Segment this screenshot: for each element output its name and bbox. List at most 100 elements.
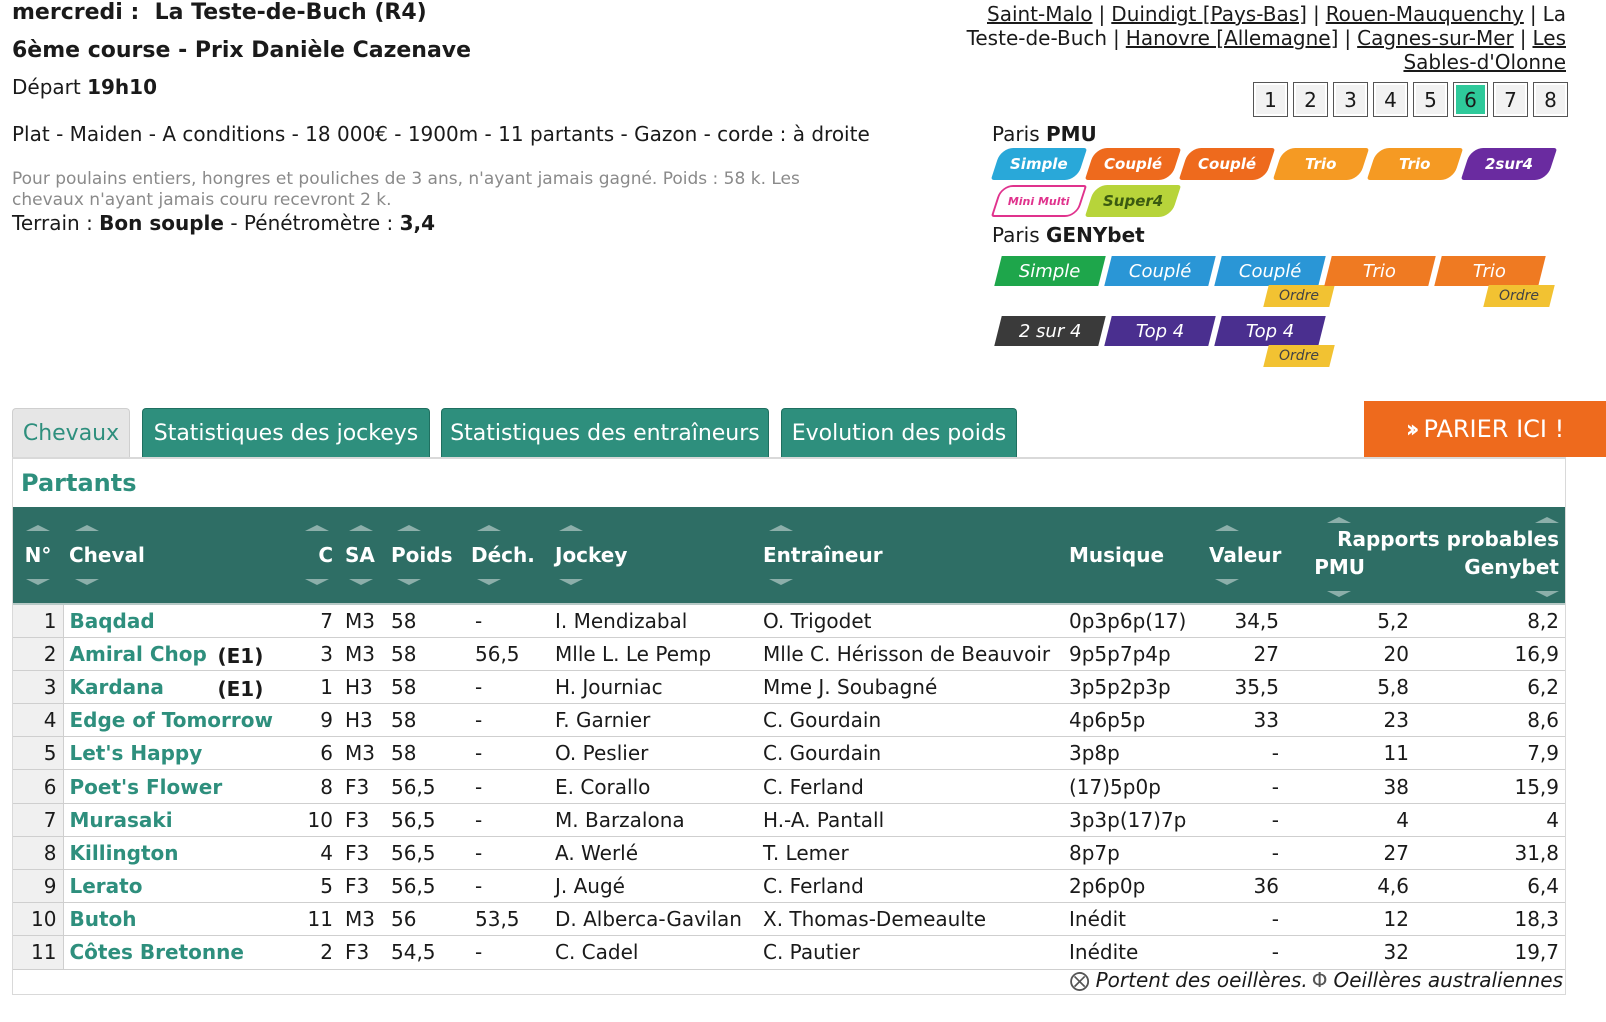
sort-down-icon[interactable] [1327, 591, 1351, 597]
runner-num: 10 [13, 902, 64, 937]
race-number-7[interactable]: 7 [1493, 82, 1528, 117]
race-number-3[interactable]: 3 [1333, 82, 1368, 117]
sort-up-icon[interactable] [769, 525, 793, 531]
tab-chevaux[interactable]: Chevaux [12, 408, 130, 458]
sort-up-icon[interactable] [1327, 517, 1351, 523]
parier-button[interactable]: ›› PARIER ICI ! [1364, 401, 1606, 457]
race-number-1[interactable]: 1 [1253, 82, 1288, 117]
meeting-link[interactable]: Saint-Malo [987, 2, 1093, 26]
runner-name-cell: Lerato [63, 869, 293, 904]
header-entraineur[interactable]: Entraîneur [757, 507, 1063, 605]
header-num[interactable]: N° [13, 507, 63, 605]
header-pmu[interactable]: PMU [1285, 555, 1415, 579]
horse-link[interactable]: Killington [70, 841, 179, 865]
sort-down-icon[interactable] [397, 579, 421, 585]
pmu-bet-badge[interactable]: Mini Multi [990, 185, 1088, 217]
race-number-4[interactable]: 4 [1373, 82, 1408, 117]
sort-down-icon[interactable] [559, 579, 583, 585]
race-number-6[interactable]: 6 [1453, 82, 1488, 117]
horse-link[interactable]: Amiral Chop [70, 642, 207, 666]
runner-name-cell: Côtes Bretonne [63, 935, 293, 970]
sort-up-icon[interactable] [1215, 525, 1239, 531]
sort-up-icon[interactable] [477, 525, 501, 531]
runner-pmu: 27 [1285, 836, 1415, 871]
sort-down-icon[interactable] [26, 579, 50, 585]
sort-up-icon[interactable] [349, 525, 373, 531]
meeting-link[interactable]: Rouen-Mauquenchy [1326, 2, 1524, 26]
header-cheval[interactable]: Cheval [63, 507, 293, 605]
runner-num: 6 [13, 769, 64, 804]
geny-bet-badge[interactable]: Couplé Ordre [1214, 256, 1335, 308]
sort-down-icon[interactable] [1215, 579, 1239, 585]
sort-down-icon[interactable] [75, 579, 99, 585]
geny-bet-badge[interactable]: Couplé [1104, 256, 1216, 308]
header-jockey[interactable]: Jockey [549, 507, 757, 605]
meeting-link[interactable]: Hanovre [Allemagne] [1126, 26, 1339, 50]
horse-link[interactable]: Baqdad [70, 609, 155, 633]
meeting-link[interactable]: Duindigt [Pays-Bas] [1111, 2, 1307, 26]
header-sa[interactable]: SA [339, 507, 385, 605]
geny-bet-badge[interactable]: 2 sur 4 [994, 316, 1106, 368]
sort-up-icon[interactable] [559, 525, 583, 531]
geny-bet-badge[interactable]: Simple [994, 256, 1106, 308]
runner-jockey: D. Alberca-Gavilan [549, 902, 757, 937]
sort-down-icon[interactable] [1535, 591, 1559, 597]
sort-up-icon[interactable] [305, 525, 329, 531]
geny-bet-badge[interactable]: Top 4 [1104, 316, 1216, 368]
sort-up-icon[interactable] [397, 525, 421, 531]
runner-name-cell: Killington [63, 836, 293, 871]
header-genybet[interactable]: Genybet [1415, 555, 1565, 579]
sort-up-icon[interactable] [75, 525, 99, 531]
pmu-bet-badge[interactable]: 2sur4 [1460, 148, 1558, 180]
race-number-8[interactable]: 8 [1533, 82, 1568, 117]
pmu-bet-badge[interactable]: Simple [990, 148, 1088, 180]
geny-bet-badge[interactable]: Top 4 Ordre [1214, 316, 1335, 368]
race-number-5[interactable]: 5 [1413, 82, 1448, 117]
pmu-bet-badge[interactable]: Trio [1272, 148, 1370, 180]
runner-musique: 0p3p6p(17) [1063, 604, 1203, 638]
runner-sa: H3 [339, 670, 385, 705]
table-legend: ⨂ Portent des oeillères. Φ Oeillères austra… [1069, 968, 1563, 992]
header-corde[interactable]: C [293, 507, 339, 605]
tab-stats-jockeys[interactable]: Statistiques des jockeys [142, 408, 430, 458]
runner-dech: - [465, 604, 549, 638]
header-dech[interactable]: Déch. [465, 507, 549, 605]
pmu-bet-badge[interactable]: Couplé [1178, 148, 1276, 180]
sort-up-icon[interactable] [26, 525, 50, 531]
sort-down-icon[interactable] [349, 579, 373, 585]
race-venue: La Teste-de-Buch (R4) [154, 0, 427, 25]
runner-trainer: X. Thomas-Demeaulte [757, 902, 1063, 937]
header-poids[interactable]: Poids [385, 507, 465, 605]
geny-bet-badge[interactable]: Trio [1324, 256, 1436, 308]
runner-musique: 3p5p2p3p [1063, 670, 1203, 705]
horse-link[interactable]: Lerato [70, 874, 143, 898]
pmu-bet-badge[interactable]: Trio [1366, 148, 1464, 180]
sort-down-icon[interactable] [305, 579, 329, 585]
header-valeur[interactable]: Valeur [1203, 507, 1285, 605]
horse-link[interactable]: Poet's Flower [70, 775, 223, 799]
horse-link[interactable]: Kardana [70, 675, 164, 699]
horse-link[interactable]: Butoh [70, 907, 137, 931]
sort-up-icon[interactable] [1535, 517, 1559, 523]
sort-down-icon[interactable] [477, 579, 501, 585]
horse-link[interactable]: Let's Happy [70, 741, 203, 765]
runner-trainer: C. Gourdain [757, 703, 1063, 738]
meeting-link[interactable]: Cagnes-sur-Mer [1357, 26, 1514, 50]
pmu-bet-badge[interactable]: Couplé [1084, 148, 1182, 180]
horse-link[interactable]: Edge of Tomorrow [70, 708, 273, 732]
pmu-bet-badge[interactable]: Super4 [1084, 185, 1182, 217]
double-chevron-icon: ›› [1405, 415, 1420, 443]
sort-down-icon[interactable] [769, 579, 793, 585]
race-number-2[interactable]: 2 [1293, 82, 1328, 117]
runner-valeur: - [1203, 902, 1285, 937]
geny-bet-badge[interactable]: Trio Ordre [1434, 256, 1555, 308]
geny-ordre-tag: Ordre [1263, 285, 1335, 307]
runner-trainer: Mlle C. Hérisson de Beauvoir [757, 637, 1063, 671]
runner-num: 4 [13, 703, 64, 738]
horse-link[interactable]: Murasaki [70, 808, 173, 832]
runner-jockey: Mlle L. Le Pemp [549, 637, 757, 671]
tab-evolution-poids[interactable]: Evolution des poids [781, 408, 1017, 458]
horse-link[interactable]: Côtes Bretonne [70, 940, 244, 964]
runner-sa: M3 [339, 736, 385, 771]
tab-stats-entraineurs[interactable]: Statistiques des entraîneurs [441, 408, 769, 458]
